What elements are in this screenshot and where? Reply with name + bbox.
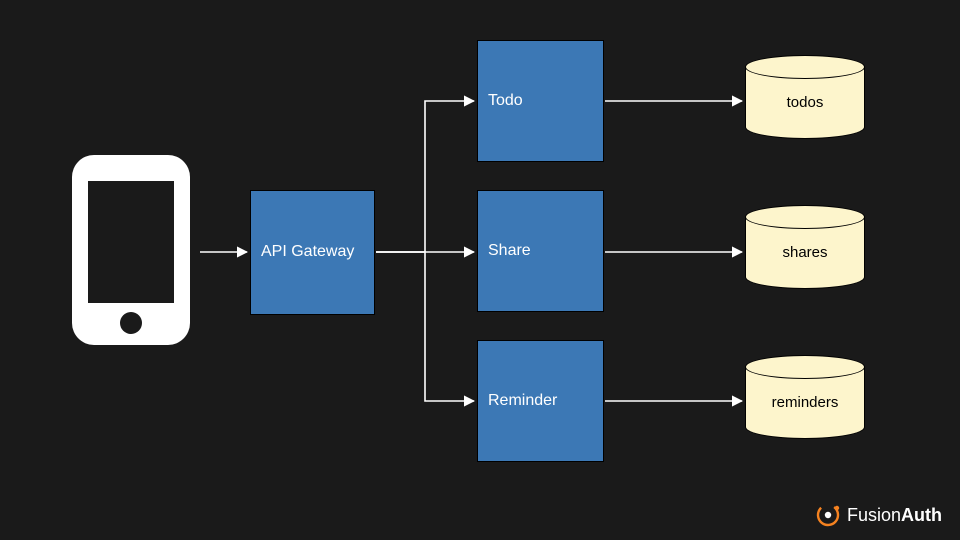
db-reminders-label: reminders xyxy=(772,394,839,411)
api-gateway-box: API Gateway xyxy=(250,190,375,315)
service-share-box: Share xyxy=(477,190,604,312)
phone-icon xyxy=(72,155,190,350)
service-reminder-box: Reminder xyxy=(477,340,604,462)
diagram-canvas: API Gateway Todo Share Reminder todos sh… xyxy=(0,0,960,540)
db-top xyxy=(745,205,865,229)
service-reminder-label: Reminder xyxy=(488,392,557,410)
brand-logo: FusionAuth xyxy=(815,502,942,528)
db-todos: todos xyxy=(745,55,865,139)
arrow-gateway-todo xyxy=(376,101,474,252)
api-gateway-label: API Gateway xyxy=(261,242,354,263)
fusionauth-icon xyxy=(815,502,841,528)
arrow-gateway-reminder xyxy=(376,252,474,401)
db-reminders: reminders xyxy=(745,355,865,439)
service-share-label: Share xyxy=(488,242,531,260)
service-todo-label: Todo xyxy=(488,92,523,110)
service-todo-box: Todo xyxy=(477,40,604,162)
db-top xyxy=(745,55,865,79)
brand-text-auth: Auth xyxy=(901,505,942,526)
brand-text-fusion: Fusion xyxy=(847,505,901,526)
db-todos-label: todos xyxy=(787,94,824,111)
db-top xyxy=(745,355,865,379)
db-shares: shares xyxy=(745,205,865,289)
db-shares-label: shares xyxy=(782,244,827,261)
